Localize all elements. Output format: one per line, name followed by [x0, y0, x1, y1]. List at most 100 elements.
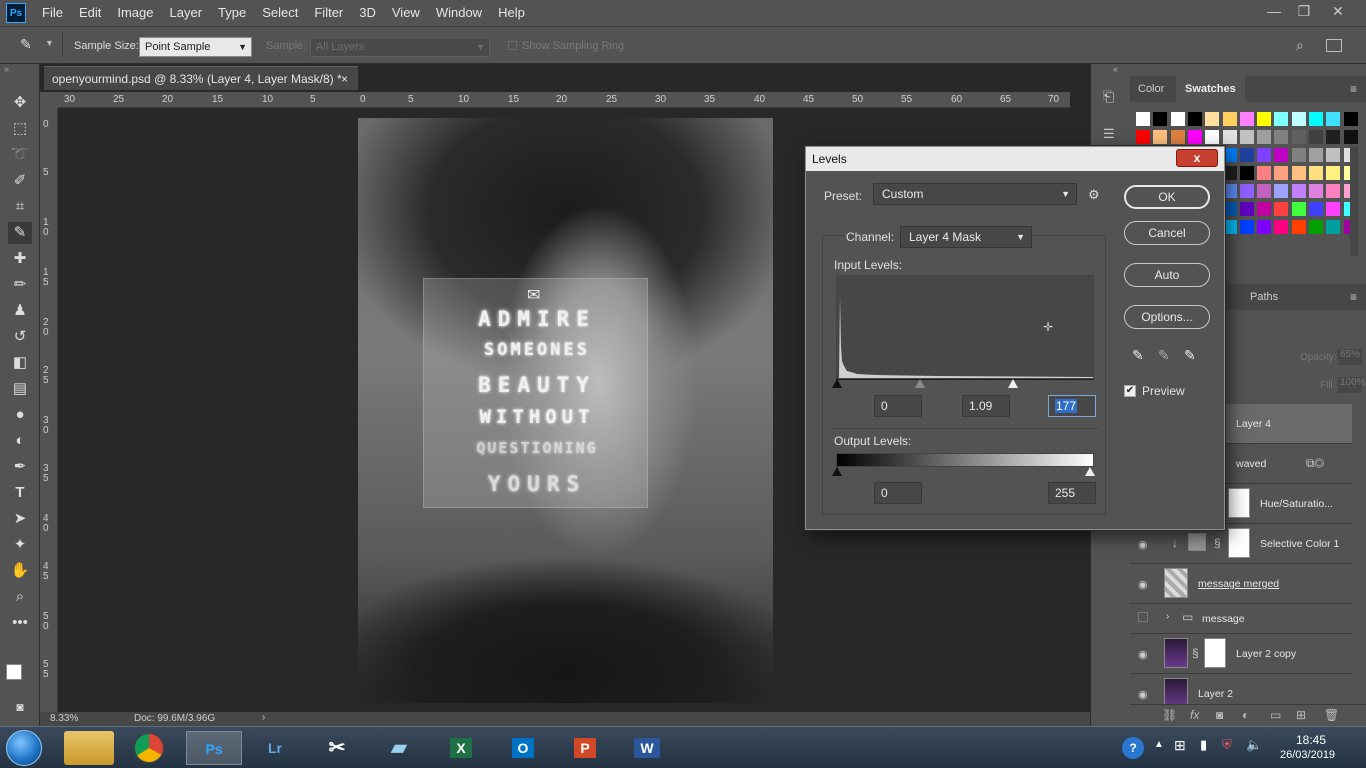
add-mask-icon[interactable]: ◙ [1216, 708, 1223, 722]
color-swatch[interactable] [1257, 112, 1272, 126]
output-black-slider[interactable] [832, 467, 842, 476]
color-swatch[interactable] [1274, 112, 1289, 126]
color-swatch[interactable] [1239, 166, 1254, 180]
zoom-tool-icon[interactable]: ⌕ [8, 586, 32, 608]
link-layers-icon[interactable]: ⛓ [1162, 708, 1177, 722]
new-group-icon[interactable]: ▭ [1270, 708, 1281, 722]
color-swatch[interactable] [1257, 184, 1272, 198]
tab-color[interactable]: Color [1138, 76, 1164, 102]
gradient-tool-icon[interactable]: ▤ [8, 378, 32, 400]
color-swatch[interactable] [1291, 166, 1306, 180]
color-swatch[interactable] [1239, 130, 1254, 144]
clock-time[interactable]: 18:45 [1296, 733, 1326, 747]
chevron-up-icon[interactable]: ▲ [1154, 739, 1164, 750]
fx-icon[interactable]: fx [1190, 708, 1199, 722]
restore-icon[interactable]: ❐ [1288, 0, 1320, 22]
history-icon[interactable]: ⎗ [1103, 88, 1114, 105]
color-swatch[interactable] [1187, 130, 1202, 144]
opacity-input[interactable]: 65% [1338, 349, 1362, 365]
color-swatch[interactable] [1291, 130, 1306, 144]
history-brush-icon[interactable]: ↺ [8, 326, 32, 348]
clock-date[interactable]: 26/03/2019 [1280, 749, 1335, 761]
color-swatch[interactable] [1291, 112, 1306, 126]
options-button[interactable]: Options... [1124, 305, 1210, 329]
preset-options-gear-icon[interactable]: ⚙ [1088, 187, 1100, 203]
input-black-slider[interactable] [832, 379, 842, 388]
menu-select[interactable]: Select [254, 0, 306, 26]
color-swatch[interactable] [1343, 130, 1358, 144]
color-swatch[interactable] [1239, 112, 1254, 126]
adjustment-layer-icon[interactable]: ◐ [1242, 708, 1249, 722]
menu-3d[interactable]: 3D [351, 0, 384, 26]
word-taskbar-icon[interactable]: W [622, 731, 672, 765]
input-black-field[interactable]: 0 [874, 395, 922, 417]
color-swatch[interactable] [1309, 184, 1323, 198]
color-swatch[interactable] [1239, 220, 1254, 234]
color-swatch[interactable] [1257, 202, 1272, 216]
panel-menu-icon[interactable]: ≡ [1350, 290, 1357, 304]
move-tool-icon[interactable]: ✥ [8, 92, 32, 114]
color-swatch[interactable] [1309, 112, 1323, 126]
color-swatch[interactable] [1274, 220, 1289, 234]
color-swatch[interactable] [1257, 166, 1272, 180]
panel-menu-icon[interactable]: ≡ [1350, 82, 1357, 96]
eyedropper-tool-icon[interactable]: ✎ [8, 222, 32, 244]
menu-view[interactable]: View [384, 0, 428, 26]
document-canvas[interactable]: ✉ ADMIRE SOMEONES BEAUTY WITHOUT QUESTIO… [358, 118, 773, 703]
color-swatch[interactable] [1170, 130, 1185, 144]
preset-select[interactable]: Custom ▼ [873, 183, 1077, 205]
more-tools-icon[interactable]: ••• [8, 612, 32, 634]
close-window-icon[interactable]: ✕ [1322, 0, 1354, 22]
black-eyedropper-icon[interactable]: ✎ [1132, 347, 1144, 364]
type-tool-icon[interactable]: T [8, 482, 32, 504]
lightroom-taskbar-icon[interactable]: Lr [250, 731, 300, 765]
layer-group-row[interactable]: › ▭ message [1130, 604, 1352, 634]
shape-tool-icon[interactable]: ✦ [8, 534, 32, 556]
menu-help[interactable]: Help [490, 0, 533, 26]
lasso-tool-icon[interactable]: ➰ [8, 144, 32, 166]
auto-button[interactable]: Auto [1124, 263, 1210, 287]
healing-tool-icon[interactable]: ✚ [8, 248, 32, 270]
powerpoint-taskbar-icon[interactable]: P [560, 731, 610, 765]
foreground-color-swatch[interactable] [6, 664, 22, 680]
menu-edit[interactable]: Edit [71, 0, 109, 26]
close-tab-icon[interactable]: × [341, 67, 348, 91]
input-white-field[interactable]: 177 [1048, 395, 1096, 417]
color-swatch[interactable] [1326, 130, 1341, 144]
input-white-slider[interactable] [1008, 379, 1018, 388]
color-swatch[interactable] [1274, 148, 1289, 162]
color-swatch[interactable] [1153, 130, 1168, 144]
marquee-tool-icon[interactable]: ⬚ [8, 118, 32, 140]
color-swatch[interactable] [1205, 130, 1220, 144]
color-swatch[interactable] [1326, 184, 1341, 198]
channel-select[interactable]: Layer 4 Mask ▼ [900, 226, 1032, 248]
tab-swatches[interactable]: Swatches [1176, 76, 1245, 102]
input-gamma-field[interactable]: 1.09 [962, 395, 1010, 417]
chevron-right-icon[interactable]: › [1166, 611, 1169, 622]
menu-type[interactable]: Type [210, 0, 254, 26]
chevron-down-icon[interactable]: ▼ [45, 38, 54, 48]
sample-size-select[interactable]: Point Sample ▼ [139, 37, 252, 57]
menu-filter[interactable]: Filter [306, 0, 351, 26]
menu-image[interactable]: Image [109, 0, 161, 26]
color-swatch[interactable] [1274, 130, 1289, 144]
output-white-slider[interactable] [1085, 467, 1095, 476]
dodge-tool-icon[interactable]: ◐ [8, 430, 32, 452]
path-select-icon[interactable]: ➤ [8, 508, 32, 530]
start-button[interactable] [6, 730, 42, 766]
file-explorer-icon[interactable] [64, 731, 114, 765]
input-gamma-slider[interactable] [915, 379, 925, 388]
minimize-icon[interactable]: — [1258, 0, 1290, 22]
show-ring-checkbox[interactable] [508, 41, 517, 50]
close-dialog-button[interactable]: x [1176, 149, 1218, 167]
color-swatch[interactable] [1309, 202, 1323, 216]
layer-row[interactable]: ◉ message merged [1130, 564, 1352, 604]
stamp-tool-icon[interactable]: ♟ [8, 300, 32, 322]
excel-taskbar-icon[interactable]: X [436, 731, 486, 765]
color-swatch[interactable] [1309, 220, 1323, 234]
color-swatch[interactable] [1326, 148, 1341, 162]
quick-select-tool-icon[interactable]: ✐ [8, 170, 32, 192]
color-swatch[interactable] [1291, 148, 1306, 162]
menu-window[interactable]: Window [428, 0, 490, 26]
color-swatch[interactable] [1309, 130, 1323, 144]
